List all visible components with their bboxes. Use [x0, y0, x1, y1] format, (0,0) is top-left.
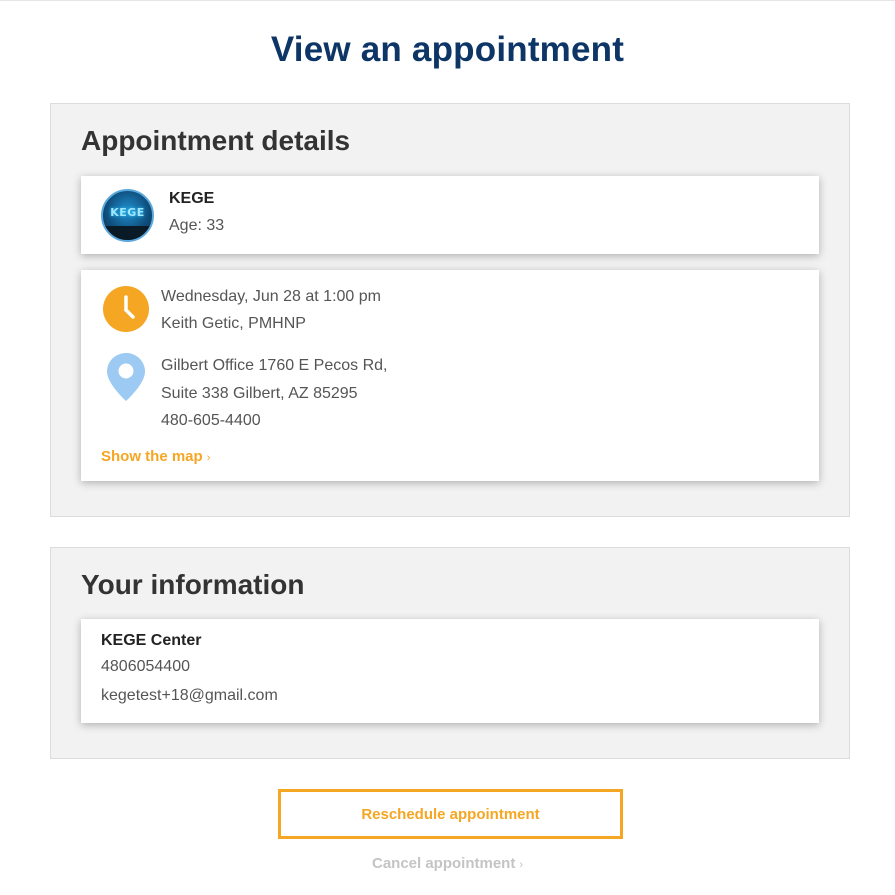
avatar-logo: KEGE [110, 206, 145, 219]
show-map-label: Show the map [101, 448, 203, 465]
contact-card: KEGE Center 4806054400 kegetest+18@gmail… [81, 619, 819, 723]
appointment-details-section: Appointment details KEGE KEGE Age: 33 We… [50, 103, 850, 517]
your-information-heading: Your information [81, 569, 305, 600]
visit-card: Wednesday, Jun 28 at 1:00 pm Keith Getic… [81, 270, 819, 481]
patient-age: Age: 33 [169, 217, 225, 234]
provider-name: Keith Getic, PMHNP [161, 315, 306, 332]
show-map-link[interactable]: Show the map › [101, 448, 210, 465]
reschedule-appointment-button[interactable]: Reschedule appointment [278, 789, 623, 839]
clock-icon [103, 286, 149, 332]
chevron-right-icon: › [206, 452, 211, 464]
your-information-section: Your information KEGE Center 4806054400 … [50, 547, 850, 759]
contact-phone: 4806054400 [101, 658, 190, 675]
cancel-appointment-link[interactable]: Cancel appointment › [0, 855, 895, 872]
page-title: View an appointment [270, 30, 625, 69]
cancel-appointment-label: Cancel appointment [371, 855, 516, 872]
avatar: KEGE [101, 189, 154, 242]
contact-name: KEGE Center [101, 632, 202, 649]
chevron-right-icon: › [519, 859, 524, 871]
appointment-datetime: Wednesday, Jun 28 at 1:00 pm [161, 288, 381, 305]
location-phone: 480-605-4400 [161, 412, 261, 429]
appointment-details-heading: Appointment details [81, 125, 351, 156]
location-line-1: Gilbert Office 1760 E Pecos Rd, [161, 357, 388, 374]
patient-name: KEGE [169, 190, 215, 207]
top-divider [0, 0, 895, 1]
location-line-2: Suite 338 Gilbert, AZ 85295 [161, 385, 358, 402]
patient-card: KEGE KEGE Age: 33 [81, 176, 819, 254]
contact-email: kegetest+18@gmail.com [101, 687, 278, 704]
map-pin-icon [107, 353, 145, 401]
